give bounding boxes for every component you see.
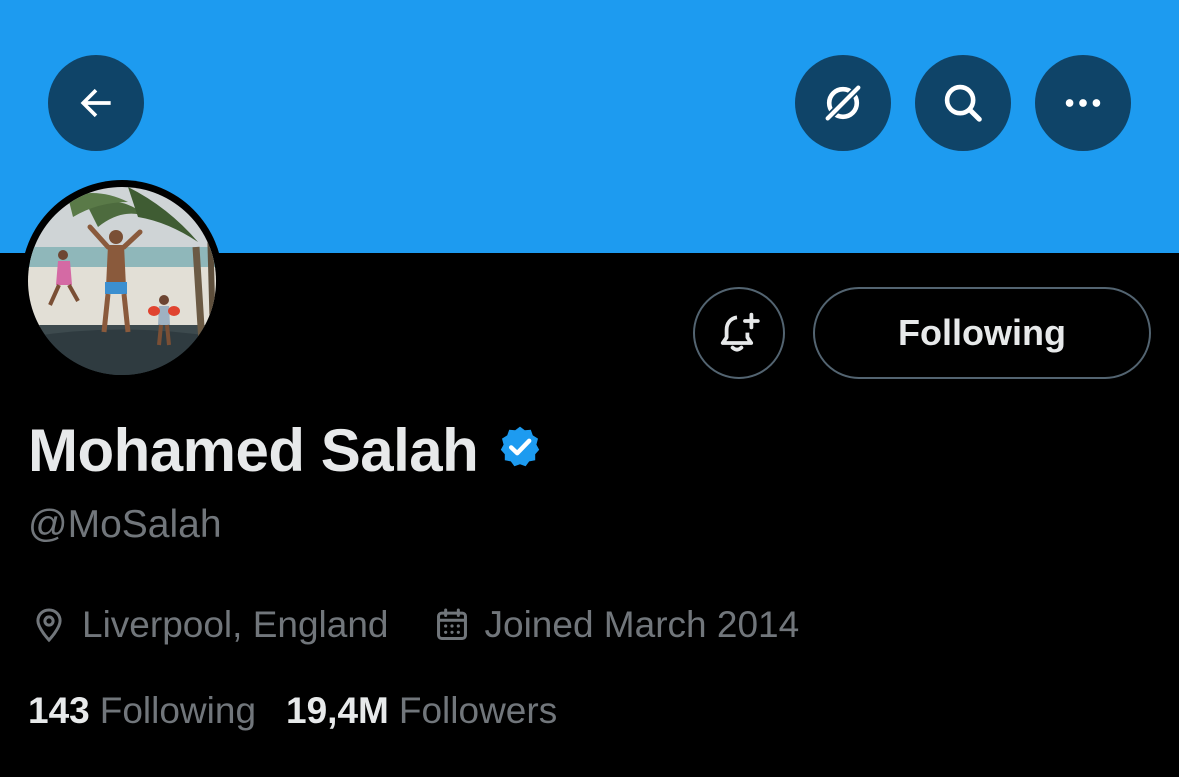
- verified-badge-icon[interactable]: [496, 416, 544, 485]
- following-button[interactable]: Following: [813, 287, 1151, 379]
- more-icon: [1065, 99, 1101, 107]
- avatar-photo: [28, 187, 216, 375]
- following-label: Following: [99, 690, 257, 731]
- search-icon: [944, 84, 982, 122]
- followers-label: Followers: [398, 690, 558, 731]
- profile-name-row: Mohamed Salah: [28, 416, 544, 485]
- back-button[interactable]: [48, 55, 144, 151]
- more-button[interactable]: [1035, 55, 1131, 151]
- notifications-button[interactable]: [693, 287, 785, 379]
- profile-handle: @MoSalah: [28, 503, 222, 546]
- profile-name: Mohamed Salah: [28, 417, 479, 484]
- followers-count: 19,4M: [286, 690, 389, 731]
- joined-item: Joined March 2014: [433, 604, 800, 646]
- search-button[interactable]: [915, 55, 1011, 151]
- grok-icon: [825, 85, 861, 121]
- bell-plus-icon: [720, 312, 760, 352]
- followers-stat-link[interactable]: 19,4M Followers: [286, 690, 557, 732]
- profile-avatar[interactable]: [21, 180, 223, 382]
- location-pin-icon: [36, 608, 62, 643]
- location-item: Liverpool, England: [30, 604, 389, 646]
- follow-stats: 143 Following 19,4M Followers: [28, 690, 557, 732]
- calendar-icon: [436, 608, 467, 640]
- back-arrow-icon: [80, 88, 111, 118]
- location-text: Liverpool, England: [82, 604, 389, 645]
- grok-button[interactable]: [795, 55, 891, 151]
- profile-meta: Liverpool, England Joined March 2014: [30, 604, 799, 646]
- following-count: 143: [28, 690, 90, 731]
- following-stat-link[interactable]: 143 Following: [28, 690, 256, 732]
- joined-text: Joined March 2014: [484, 604, 800, 645]
